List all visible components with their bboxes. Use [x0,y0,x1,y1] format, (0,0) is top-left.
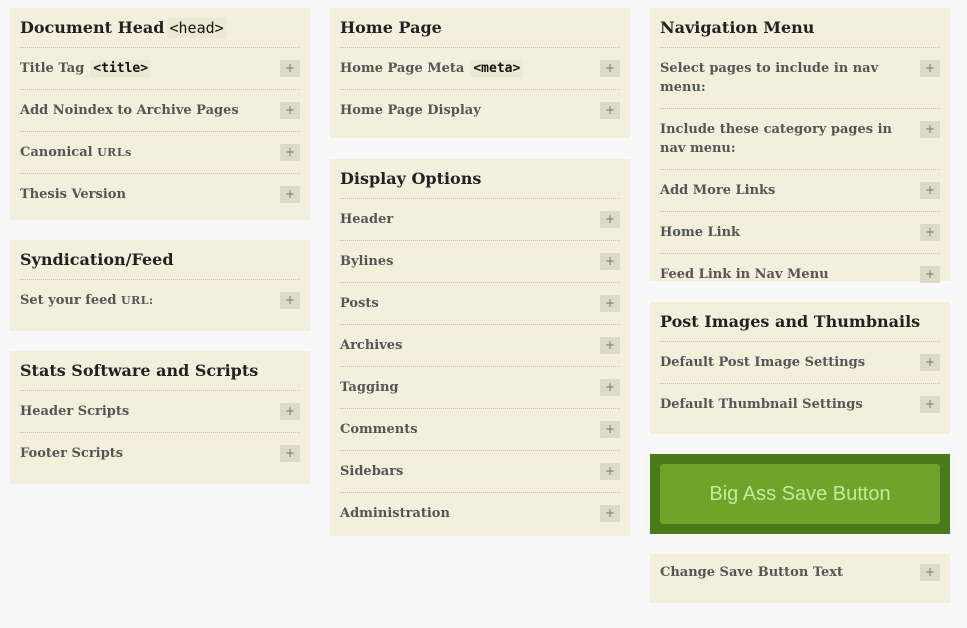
row-sidebars[interactable]: Sidebars + [340,451,620,493]
expand-icon[interactable]: + [280,445,300,462]
expand-icon[interactable]: + [920,224,940,241]
row-label: Add More Links [660,183,776,198]
row-home-page-meta[interactable]: Home Page Meta <meta> + [340,48,620,90]
expand-icon[interactable]: + [920,266,940,283]
panel-title: Stats Software and Scripts [20,351,300,391]
stats-panel: Stats Software and Scripts Header Script… [10,351,310,484]
row-select-pages[interactable]: Select pages to include in nav menu: + [660,48,940,109]
row-label: Feed Link in Nav Menu [660,267,829,282]
row-title-tag[interactable]: Title Tag <title> + [20,48,300,90]
row-label: Posts [340,296,379,311]
expand-icon[interactable]: + [600,379,620,396]
home-page-panel: Home Page Home Page Meta <meta> + Home Pa… [330,8,630,138]
row-label: Sidebars [340,464,404,479]
meta-code: <meta> [470,60,524,77]
panel-title: Post Images and Thumbnails [660,302,940,342]
row-label: Home Page Display [340,103,481,118]
document-head-panel: Document Head <head> Title Tag <title> + A… [10,8,310,220]
expand-icon[interactable]: + [600,505,620,522]
row-change-save-text[interactable]: Change Save Button Text + [660,554,940,593]
expand-icon[interactable]: + [600,295,620,312]
expand-icon[interactable]: + [280,186,300,203]
expand-icon[interactable]: + [280,144,300,161]
head-code: <head> [167,18,226,38]
row-home-page-display[interactable]: Home Page Display + [340,90,620,131]
row-label: Footer Scripts [20,446,124,461]
expand-icon[interactable]: + [280,102,300,119]
row-administration[interactable]: Administration + [340,493,620,534]
row-header[interactable]: Header + [340,199,620,241]
expand-icon[interactable]: + [920,182,940,199]
row-feed-link[interactable]: Feed Link in Nav Menu + [660,254,940,295]
row-label: Include these category pages in nav menu… [660,122,892,156]
expand-icon[interactable]: + [280,60,300,77]
expand-icon[interactable]: + [600,211,620,228]
row-category-pages[interactable]: Include these category pages in nav menu… [660,109,940,170]
panel-title: Syndication/Feed [20,240,300,280]
expand-icon[interactable]: + [600,421,620,438]
row-label: Header [340,212,394,227]
syndication-panel: Syndication/Feed Set your feed URL: + [10,240,310,331]
row-thesis-version[interactable]: Thesis Version + [20,174,300,215]
title-code: <title> [90,60,152,77]
row-canonical-urls[interactable]: Canonical URLs + [20,132,300,174]
row-label: Add Noindex to Archive Pages [20,103,239,118]
expand-icon[interactable]: + [280,292,300,309]
save-text-panel: Change Save Button Text + [650,554,950,603]
row-label: Thesis Version [20,187,126,202]
row-label: Change Save Button Text [660,565,844,580]
row-posts[interactable]: Posts + [340,283,620,325]
post-images-panel: Post Images and Thumbnails Default Post … [650,302,950,434]
row-label: Default Thumbnail Settings [660,397,863,412]
row-label: Administration [340,506,450,521]
row-home-link[interactable]: Home Link + [660,212,940,254]
expand-icon[interactable]: + [600,102,620,119]
row-footer-scripts[interactable]: Footer Scripts + [20,433,300,474]
row-archives[interactable]: Archives + [340,325,620,367]
expand-icon[interactable]: + [600,60,620,77]
expand-icon[interactable]: + [920,121,940,138]
row-tagging[interactable]: Tagging + [340,367,620,409]
expand-icon[interactable]: + [280,403,300,420]
panel-title: Display Options [340,159,620,199]
row-add-more-links[interactable]: Add More Links + [660,170,940,212]
row-noindex[interactable]: Add Noindex to Archive Pages + [20,90,300,132]
expand-icon[interactable]: + [600,463,620,480]
row-label: Comments [340,422,418,437]
row-label: Title Tag <title> [20,59,161,78]
row-default-thumbnail[interactable]: Default Thumbnail Settings + [660,384,940,425]
expand-icon[interactable]: + [600,253,620,270]
row-label: Set your feed URL: [20,293,154,308]
panel-title: Navigation Menu [660,8,940,48]
save-button[interactable]: Big Ass Save Button [660,464,940,524]
expand-icon[interactable]: + [920,564,940,581]
row-header-scripts[interactable]: Header Scripts + [20,391,300,433]
navigation-menu-panel: Navigation Menu Select pages to include … [650,8,950,283]
expand-icon[interactable]: + [920,60,940,77]
row-bylines[interactable]: Bylines + [340,241,620,283]
row-label: Tagging [340,380,399,395]
row-default-post-image[interactable]: Default Post Image Settings + [660,342,940,384]
row-label: Archives [340,338,403,353]
expand-icon[interactable]: + [920,354,940,371]
save-button-container: Big Ass Save Button [650,454,950,534]
display-options-panel: Display Options Header + Bylines + Posts… [330,159,630,536]
row-feed-url[interactable]: Set your feed URL: + [20,280,300,321]
panel-title: Home Page [340,8,620,48]
row-label: Home Page Meta <meta> [340,59,533,78]
row-label: Header Scripts [20,404,130,419]
expand-icon[interactable]: + [920,396,940,413]
row-label: Canonical URLs [20,145,132,160]
row-label: Default Post Image Settings [660,355,866,370]
row-comments[interactable]: Comments + [340,409,620,451]
row-label: Select pages to include in nav menu: [660,61,879,95]
panel-title: Document Head <head> [20,8,300,48]
row-label: Home Link [660,225,741,240]
expand-icon[interactable]: + [600,337,620,354]
row-label: Bylines [340,254,394,269]
